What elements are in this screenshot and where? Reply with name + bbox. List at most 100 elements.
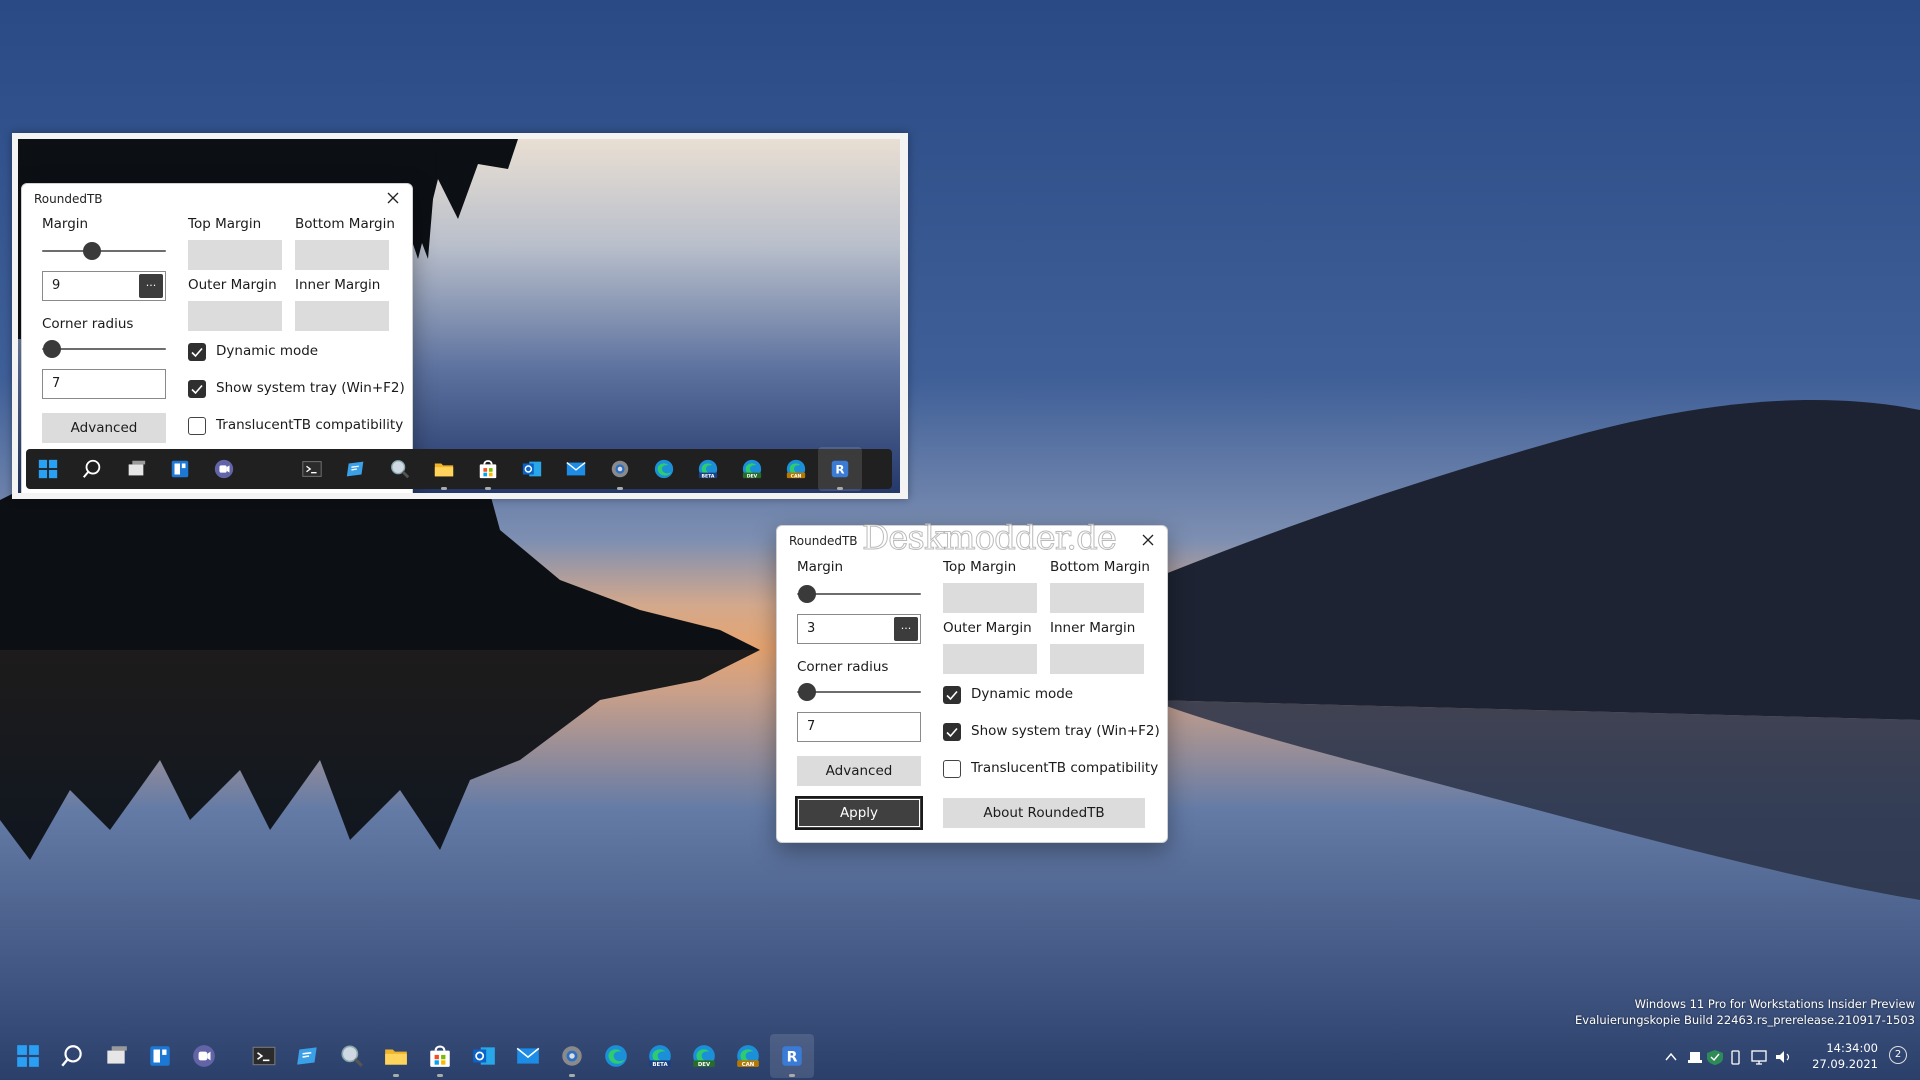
corner-radius-field[interactable]: 7 — [797, 712, 921, 742]
taskbar-remote-desktop-icon[interactable] — [334, 447, 378, 491]
preview-taskbar: BETA DEV CAN R — [26, 447, 892, 491]
tray-app-icon[interactable] — [1688, 1052, 1702, 1063]
bottom-margin-field[interactable] — [1050, 583, 1144, 613]
taskbar-terminal-icon[interactable] — [290, 447, 334, 491]
windows-version-watermark: Windows 11 Pro for Workstations Insider … — [1575, 996, 1915, 1028]
taskbar-roundedtb-icon[interactable]: R — [818, 447, 862, 491]
top-margin-field[interactable] — [943, 583, 1037, 613]
taskbar-edge-icon[interactable] — [642, 447, 686, 491]
outlook-icon — [473, 1047, 495, 1065]
taskbar-outlook-icon[interactable] — [510, 447, 554, 491]
system-tray-checkbox[interactable] — [943, 723, 961, 741]
taskbar-magnifier-icon[interactable] — [330, 1034, 374, 1078]
taskbar-magnifier-icon[interactable] — [378, 447, 422, 491]
taskbar-edge-canary-icon[interactable]: CAN — [726, 1034, 770, 1078]
taskbar-mail-icon[interactable] — [554, 447, 598, 491]
taskbar-teams-chat-icon[interactable] — [202, 447, 246, 491]
about-button[interactable]: About RoundedTB — [943, 798, 1145, 828]
translucenttb-checkbox[interactable] — [188, 417, 206, 435]
taskbar-clock[interactable]: 14:34:00 27.09.2021 — [1812, 1040, 1878, 1072]
notification-badge[interactable]: 2 — [1889, 1046, 1907, 1064]
taskbar-mail-icon[interactable] — [506, 1034, 550, 1078]
apply-button[interactable]: Apply — [795, 796, 923, 830]
teams-chat-icon — [193, 1045, 215, 1067]
taskbar-file-explorer-icon[interactable] — [374, 1034, 418, 1078]
taskbar-edge-beta-icon[interactable]: BETA — [686, 447, 730, 491]
corner-radius-slider[interactable] — [797, 682, 921, 702]
taskbar-edge-dev-icon[interactable]: DEV — [730, 447, 774, 491]
bottom-margin-field[interactable] — [295, 240, 389, 270]
taskbar-remote-desktop-icon[interactable] — [286, 1034, 330, 1078]
taskbar-start-icon[interactable] — [6, 1034, 50, 1078]
margin-field[interactable]: 3 ... — [797, 614, 921, 644]
margin-slider[interactable] — [42, 241, 166, 261]
taskbar-microsoft-store-icon[interactable] — [418, 1034, 462, 1078]
margin-value: 3 — [807, 621, 816, 636]
network-icon[interactable] — [1751, 1050, 1767, 1065]
taskbar-widgets-icon[interactable] — [138, 1034, 182, 1078]
inner-margin-field[interactable] — [1050, 644, 1144, 674]
advanced-button[interactable]: Advanced — [42, 413, 166, 443]
taskbar-settings-icon[interactable] — [598, 447, 642, 491]
outlook-icon — [522, 461, 542, 477]
taskbar-microsoft-store-icon[interactable] — [466, 447, 510, 491]
dynamic-mode-checkbox[interactable] — [188, 343, 206, 361]
taskbar-edge-canary-icon[interactable]: CAN — [774, 447, 818, 491]
search-icon — [82, 459, 101, 478]
margin-more-button[interactable]: ... — [894, 617, 918, 641]
taskbar-search-icon[interactable] — [50, 1034, 94, 1078]
corner-radius-field[interactable]: 7 — [42, 369, 166, 399]
taskbar-widgets-icon[interactable] — [158, 447, 202, 491]
system-tray-label: Show system tray (Win+F2) — [216, 380, 405, 396]
taskbar-start-icon[interactable] — [26, 447, 70, 491]
margin-label: Margin — [797, 559, 844, 575]
start-icon — [38, 459, 58, 479]
defender-icon[interactable] — [1707, 1050, 1723, 1065]
taskbar-outlook-icon[interactable] — [462, 1034, 506, 1078]
edge-beta-icon: BETA — [698, 459, 718, 479]
volume-icon[interactable] — [1776, 1051, 1790, 1063]
mail-icon — [516, 1047, 540, 1064]
inner-margin-field[interactable] — [295, 301, 389, 331]
taskbar-edge-dev-icon[interactable]: DEV — [682, 1034, 726, 1078]
taskbar-search-icon[interactable] — [70, 447, 114, 491]
inner-margin-label: Inner Margin — [1050, 620, 1136, 636]
svg-text:CAN: CAN — [742, 1062, 755, 1068]
corner-radius-slider[interactable] — [42, 339, 166, 359]
taskbar-task-view-icon[interactable] — [94, 1034, 138, 1078]
widgets-icon — [171, 460, 189, 478]
advanced-button[interactable]: Advanced — [797, 756, 921, 786]
margin-slider[interactable] — [797, 584, 921, 604]
margin-more-button[interactable]: ... — [139, 274, 163, 298]
taskbar-settings-icon[interactable] — [550, 1034, 594, 1078]
microsoft-store-icon — [479, 460, 497, 479]
widgets-icon — [150, 1046, 170, 1066]
top-margin-label: Top Margin — [188, 216, 262, 232]
edge-dev-icon: DEV — [693, 1045, 715, 1068]
close-icon[interactable] — [1139, 531, 1157, 549]
translucenttb-checkbox[interactable] — [943, 760, 961, 778]
dynamic-mode-checkbox[interactable] — [943, 686, 961, 704]
taskbar-task-view-icon[interactable] — [114, 447, 158, 491]
margin-field[interactable]: 9 ... — [42, 271, 166, 301]
edge-beta-icon: BETA — [649, 1045, 671, 1068]
tray-chevron-icon[interactable] — [1665, 1052, 1677, 1061]
taskbar-edge-icon[interactable] — [594, 1034, 638, 1078]
taskbar-teams-chat-icon[interactable] — [182, 1034, 226, 1078]
taskbar-terminal-icon[interactable] — [242, 1034, 286, 1078]
outer-margin-field[interactable] — [188, 301, 282, 331]
taskbar-file-explorer-icon[interactable] — [422, 447, 466, 491]
edge-icon — [654, 459, 674, 479]
usb-device-icon[interactable] — [1731, 1050, 1740, 1065]
magnifier-icon — [391, 460, 410, 479]
translucenttb-label: TranslucentTB compatibility — [216, 417, 404, 433]
outer-margin-field[interactable] — [943, 644, 1037, 674]
top-margin-field[interactable] — [188, 240, 282, 270]
taskbar-roundedtb-icon[interactable]: R — [770, 1034, 814, 1078]
edge-icon — [605, 1045, 627, 1067]
svg-text:R: R — [787, 1049, 798, 1065]
taskbar-edge-beta-icon[interactable]: BETA — [638, 1034, 682, 1078]
system-tray-checkbox[interactable] — [188, 380, 206, 398]
close-icon[interactable] — [384, 189, 402, 207]
settings-icon — [611, 460, 629, 478]
